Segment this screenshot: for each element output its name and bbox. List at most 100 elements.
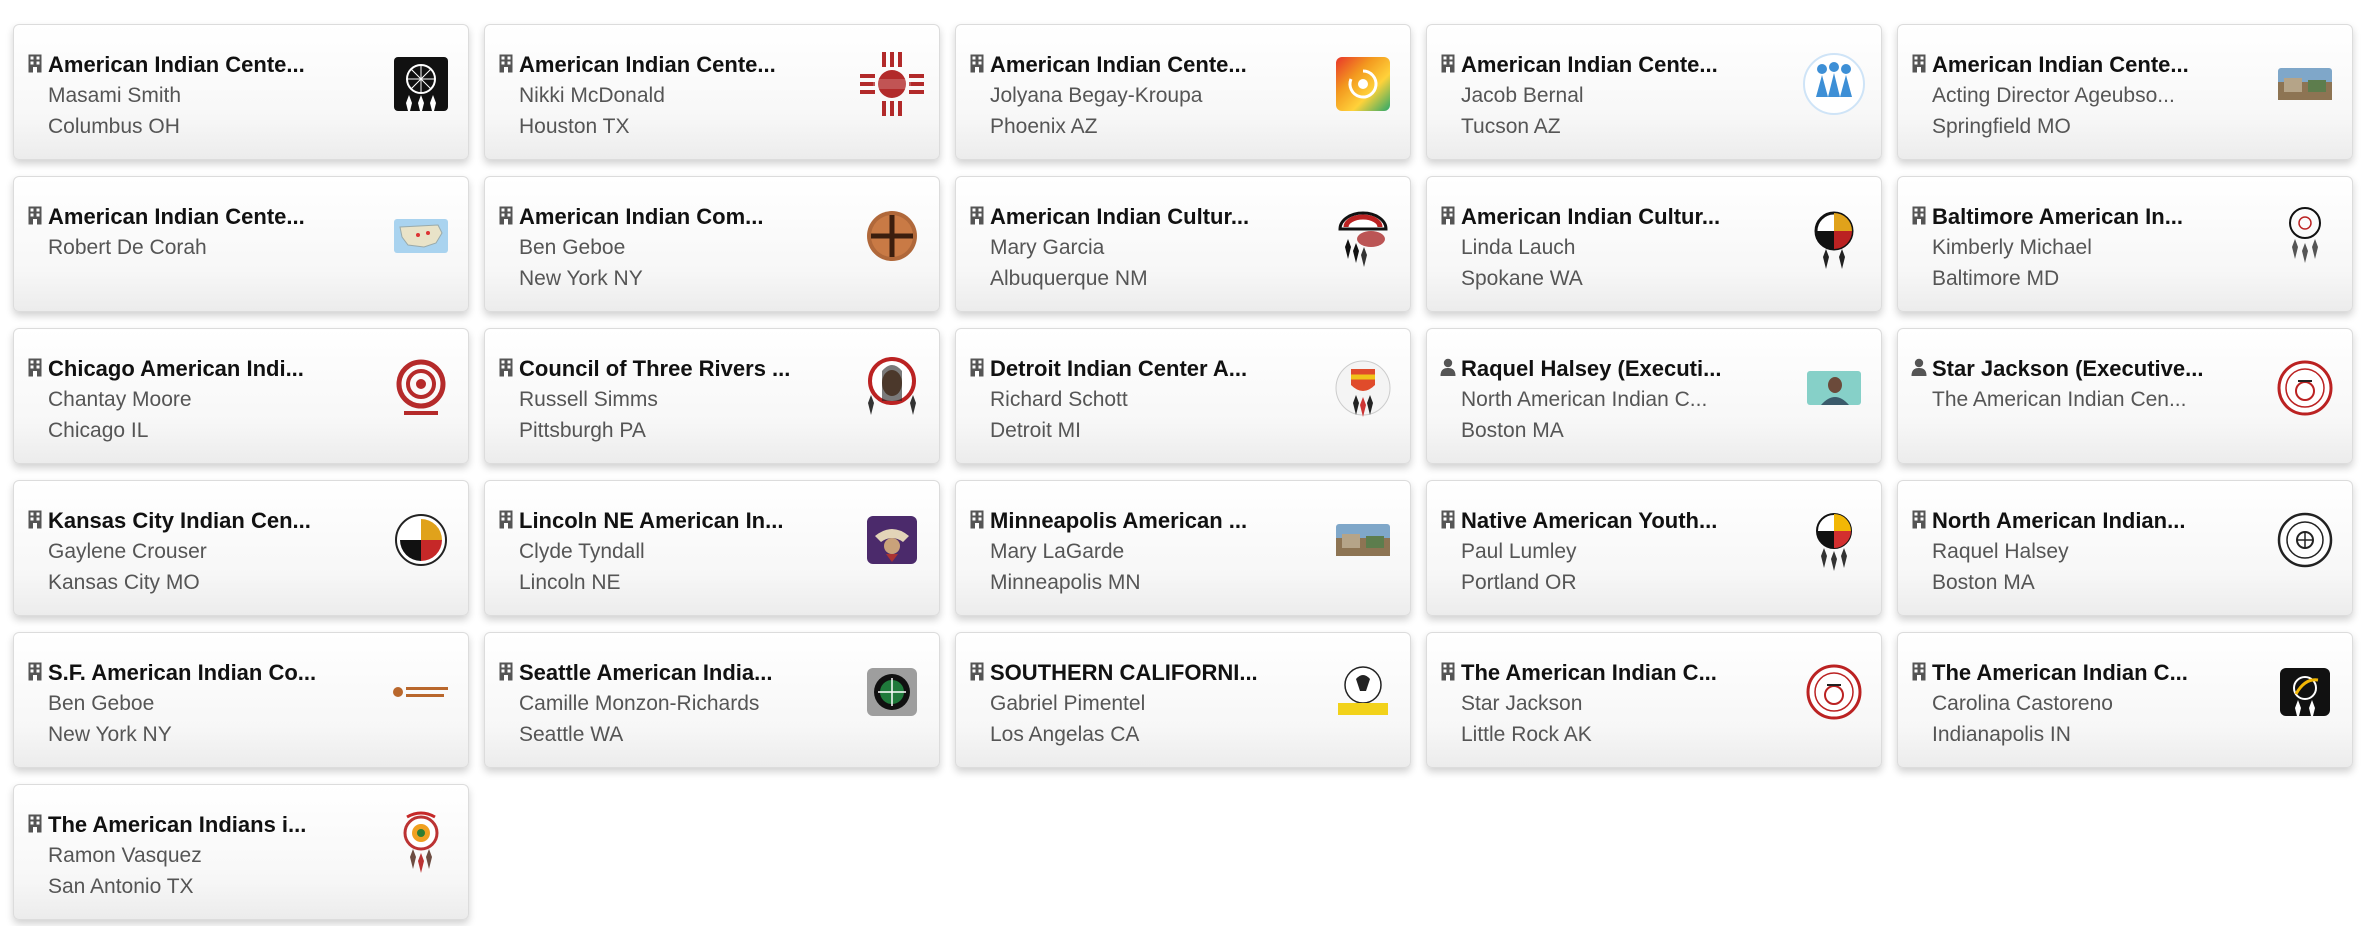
building-icon (26, 53, 44, 73)
building-icon (497, 509, 515, 529)
organization-card[interactable]: SOUTHERN CALIFORNI... Gabriel Pimentel Los… (955, 632, 1411, 768)
directory-grid: American Indian Cente... Masami Smith Colu… (13, 24, 2353, 920)
card-location: New York NY (48, 723, 172, 746)
card-text: American Indian Cente... Jolyana Begay-Kr… (990, 49, 1300, 142)
organization-card[interactable]: American Indian Cente... Jacob Bernal Tucs… (1426, 24, 1882, 160)
card-location: Indianapolis IN (1932, 723, 2071, 746)
card-text: Chicago American Indi... Chantay Moore Chi… (48, 353, 358, 446)
card-text: SOUTHERN CALIFORNI... Gabriel Pimentel Los… (990, 657, 1300, 750)
card-title: The American Indian C... (1461, 660, 1717, 685)
card-text: American Indian Cente... Acting Director … (1932, 49, 2242, 142)
person-card[interactable]: Raquel Halsey (Executi... North American … (1426, 328, 1882, 464)
organization-card[interactable]: S.F. American Indian Co... Ben Geboe New Y… (13, 632, 469, 768)
building-icon (1439, 53, 1457, 73)
organization-card[interactable]: American Indian Cultur... Linda Lauch Spok… (1426, 176, 1882, 312)
card-location: Phoenix AZ (990, 115, 1098, 138)
building-icon (968, 53, 986, 73)
card-contact: Robert De Corah (48, 236, 207, 259)
aica-circle-logo (1797, 655, 1871, 729)
card-title: American Indian Cente... (1461, 52, 1718, 77)
organization-card[interactable]: American Indian Com... Ben Geboe New York … (484, 176, 940, 312)
red-spiral-logo (384, 351, 458, 425)
card-text: American Indian Cente... Robert De Corah (48, 201, 358, 263)
card-location: Chicago IL (48, 419, 149, 442)
card-contact: Nikki McDonald (519, 84, 665, 107)
organization-card[interactable]: Detroit Indian Center A... Richard Schott… (955, 328, 1411, 464)
card-contact: Clyde Tyndall (519, 540, 645, 563)
card-location: Minneapolis MN (990, 571, 1141, 594)
card-contact: Acting Director Ageubso... (1932, 84, 2175, 107)
card-title: American Indian Cultur... (1461, 204, 1721, 229)
card-contact: The American Indian Cen... (1932, 388, 2187, 411)
organization-card[interactable]: American Indian Cente... Robert De Corah (13, 176, 469, 312)
four-color-wheel-logo (1797, 199, 1871, 273)
organization-card[interactable]: American Indian Cente... Masami Smith Colu… (13, 24, 469, 160)
organization-card[interactable]: North American Indian... Raquel Halsey Bos… (1897, 480, 2353, 616)
rainbow-swirl-logo (1326, 47, 1400, 121)
person-card[interactable]: Star Jackson (Executive... The American I… (1897, 328, 2353, 464)
card-contact: Masami Smith (48, 84, 182, 107)
dreamcatcher-outline-logo (2268, 199, 2342, 273)
organization-card[interactable]: Chicago American Indi... Chantay Moore Chi… (13, 328, 469, 464)
blue-figures-logo (1797, 47, 1871, 121)
building-photo-logo (2268, 47, 2342, 121)
organization-card[interactable]: Council of Three Rivers ... Russell Simms… (484, 328, 940, 464)
building-icon (26, 661, 44, 681)
card-text: Council of Three Rivers ... Russell Simms… (519, 353, 829, 446)
kc-medicine-wheel-logo (384, 503, 458, 577)
building-icon (26, 509, 44, 529)
organization-card[interactable]: The American Indian C... Star Jackson Litt… (1426, 632, 1882, 768)
card-text: S.F. American Indian Co... Ben Geboe New Y… (48, 657, 358, 750)
card-title: American Indian Cente... (48, 52, 305, 77)
organization-card[interactable]: Seattle American India... Camille Monzon-… (484, 632, 940, 768)
card-contact: Russell Simms (519, 388, 658, 411)
card-title: Baltimore American In... (1932, 204, 2184, 229)
card-title: Chicago American Indi... (48, 356, 304, 381)
card-title: Raquel Halsey (Executi... (1461, 356, 1722, 381)
organization-card[interactable]: Kansas City Indian Cen... Gaylene Crouser… (13, 480, 469, 616)
card-title: Seattle American India... (519, 660, 773, 685)
card-title: Native American Youth... (1461, 508, 1718, 533)
building-icon (1910, 205, 1928, 225)
card-title: American Indian Cente... (1932, 52, 2189, 77)
card-contact: Gabriel Pimentel (990, 692, 1146, 715)
card-location: Boston MA (1461, 419, 1564, 442)
organization-card[interactable]: Lincoln NE American In... Clyde Tyndall Li… (484, 480, 940, 616)
building-icon (1910, 53, 1928, 73)
organization-card[interactable]: The American Indians i... Ramon Vasquez Sa… (13, 784, 469, 920)
building-icon (26, 205, 44, 225)
organization-card[interactable]: Minneapolis American ... Mary LaGarde Minn… (955, 480, 1411, 616)
building-icon (497, 357, 515, 377)
card-title: American Indian Cente... (48, 204, 305, 229)
card-location: San Antonio TX (48, 875, 194, 898)
organization-card[interactable]: American Indian Cultur... Mary Garcia Albu… (955, 176, 1411, 312)
card-contact: Ben Geboe (519, 236, 626, 259)
organization-card[interactable]: American Indian Cente... Nikki McDonald Ho… (484, 24, 940, 160)
card-text: Native American Youth... Paul Lumley Portl… (1461, 505, 1771, 598)
card-text: Detroit Indian Center A... Richard Schott… (990, 353, 1300, 446)
card-text: American Indian Cente... Jacob Bernal Tucs… (1461, 49, 1771, 142)
aica-circle-logo (2268, 351, 2342, 425)
organization-card[interactable]: Baltimore American In... Kimberly Michael… (1897, 176, 2353, 312)
card-text: The American Indians i... Ramon Vasquez Sa… (48, 809, 358, 902)
organization-card[interactable]: American Indian Cente... Acting Director … (1897, 24, 2353, 160)
organization-card[interactable]: The American Indian C... Carolina Castore… (1897, 632, 2353, 768)
organization-card[interactable]: Native American Youth... Paul Lumley Portl… (1426, 480, 1882, 616)
card-contact: Raquel Halsey (1932, 540, 2069, 563)
building-icon (497, 661, 515, 681)
building-icon (968, 661, 986, 681)
card-text: American Indian Cente... Masami Smith Colu… (48, 49, 358, 142)
card-text: Kansas City Indian Cen... Gaylene Crouser… (48, 505, 358, 598)
card-location: Spokane WA (1461, 267, 1583, 290)
building-icon (26, 357, 44, 377)
building-icon (1439, 661, 1457, 681)
card-title: S.F. American Indian Co... (48, 660, 317, 685)
card-title: SOUTHERN CALIFORNI... (990, 660, 1258, 685)
card-text: Seattle American India... Camille Monzon-… (519, 657, 829, 750)
organization-card[interactable]: American Indian Cente... Jolyana Begay-Kr… (955, 24, 1411, 160)
card-text: The American Indian C... Carolina Castore… (1932, 657, 2242, 750)
black-feathers-logo (2268, 655, 2342, 729)
building-icon (1910, 509, 1928, 529)
card-location: Little Rock AK (1461, 723, 1592, 746)
person-photo-logo (1797, 351, 1871, 425)
